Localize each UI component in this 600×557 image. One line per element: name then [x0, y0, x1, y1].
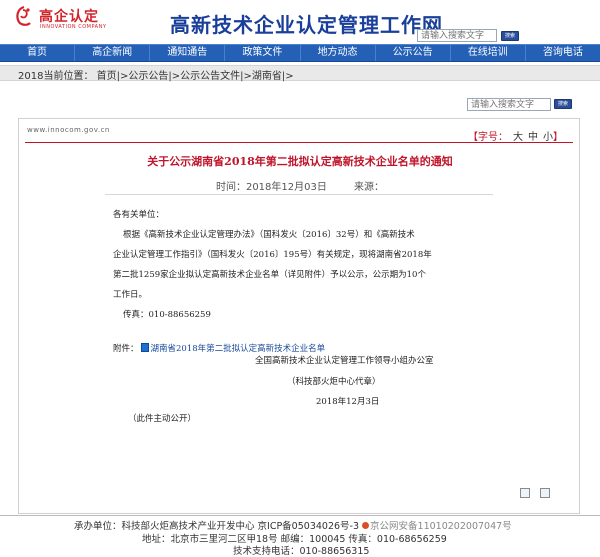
body-line: 第二批1259家企业拟认定高新技术企业名单（详见附件）予以公示，公示期为10个: [113, 270, 426, 280]
nav-item-notices[interactable]: 通知通告: [150, 45, 226, 61]
site-url: www.innocom.gov.cn: [27, 126, 110, 134]
divider: [105, 194, 493, 195]
attachment-label: 附件：: [113, 344, 139, 354]
footer-line-organizer: 承办单位：科技部火炬高技术产业开发中心 京ICP备05034026号-3 京公网…: [74, 518, 512, 532]
divider: [25, 142, 573, 143]
nav-item-home[interactable]: 首页: [0, 45, 76, 61]
article-search-input[interactable]: [467, 98, 551, 111]
attachment-link[interactable]: 湖南省2018年第二批拟认定高新技术企业名单: [151, 344, 326, 354]
nav-item-hotline[interactable]: 咨询电话: [526, 45, 600, 61]
article-meta: 时间：2018年12月03日 来源：: [0, 178, 600, 193]
nav-item-policies[interactable]: 政策文件: [225, 45, 301, 61]
site-title: 高新技术企业认定管理工作网: [170, 13, 443, 37]
article-tools: [520, 488, 560, 501]
signature-stamp-note: （科技部火炬中心代章）: [287, 377, 381, 387]
divider: [0, 515, 600, 516]
time-label: 时间：: [215, 182, 246, 193]
header-search-input[interactable]: [417, 29, 497, 42]
fax-line: 传真：010-88656259: [123, 310, 211, 320]
document-icon: [140, 343, 149, 352]
main-nav: 首页 高企新闻 通知通告 政策文件 地方动态 公示公告 在线培训 咨询电话: [0, 44, 600, 62]
logo-subtitle: INNOVATION COMPANY: [40, 24, 107, 30]
header-search-button[interactable]: 搜索: [501, 31, 519, 41]
breadcrumb-prefix: 2018当前位置：: [18, 71, 94, 82]
public-note: （此件主动公开）: [128, 414, 197, 424]
nav-item-news[interactable]: 高企新闻: [75, 45, 151, 61]
breadcrumb: 2018当前位置： 首页|>公示公告|>公示公告文件|>湖南省|>: [18, 67, 294, 82]
police-badge-icon: [362, 522, 370, 529]
time-value: 2018年12月03日: [245, 182, 327, 193]
print-icon[interactable]: [520, 488, 530, 498]
nav-item-announcements[interactable]: 公示公告: [376, 45, 451, 61]
close-window-icon[interactable]: [540, 488, 550, 498]
body-line: 工作日。: [113, 290, 148, 300]
body-line: 根据《高新技术企业认定管理办法》（国科发火〔2016〕32号）和《高新技术: [123, 230, 415, 240]
logo-icon: [12, 4, 36, 28]
greeting: 各有关单位：: [113, 210, 165, 220]
breadcrumb-path[interactable]: 首页|>公示公告|>公示公告文件|>湖南省|>: [97, 71, 294, 82]
font-size-control: 【字号：大中小】: [468, 128, 563, 143]
body-line: 企业认定管理工作指引》（国科发火〔2016〕195号）有关规定，现将湖南省201…: [113, 250, 432, 260]
source-label: 来源：: [354, 182, 385, 193]
nav-item-local[interactable]: 地方动态: [301, 45, 376, 61]
signature-org: 全国高新技术企业认定管理工作领导小组办公室: [255, 356, 434, 366]
article-title: 关于公示湖南省2018年第二批拟认定高新技术企业名单的通知: [147, 155, 453, 168]
nav-item-training[interactable]: 在线培训: [451, 45, 526, 61]
attachment-row: 附件： 湖南省2018年第二批拟认定高新技术企业名单: [113, 342, 325, 354]
signature-date: 2018年12月3日: [316, 397, 380, 407]
article-search-button[interactable]: 搜索: [554, 99, 572, 109]
logo-text[interactable]: 高企认定: [39, 6, 99, 26]
